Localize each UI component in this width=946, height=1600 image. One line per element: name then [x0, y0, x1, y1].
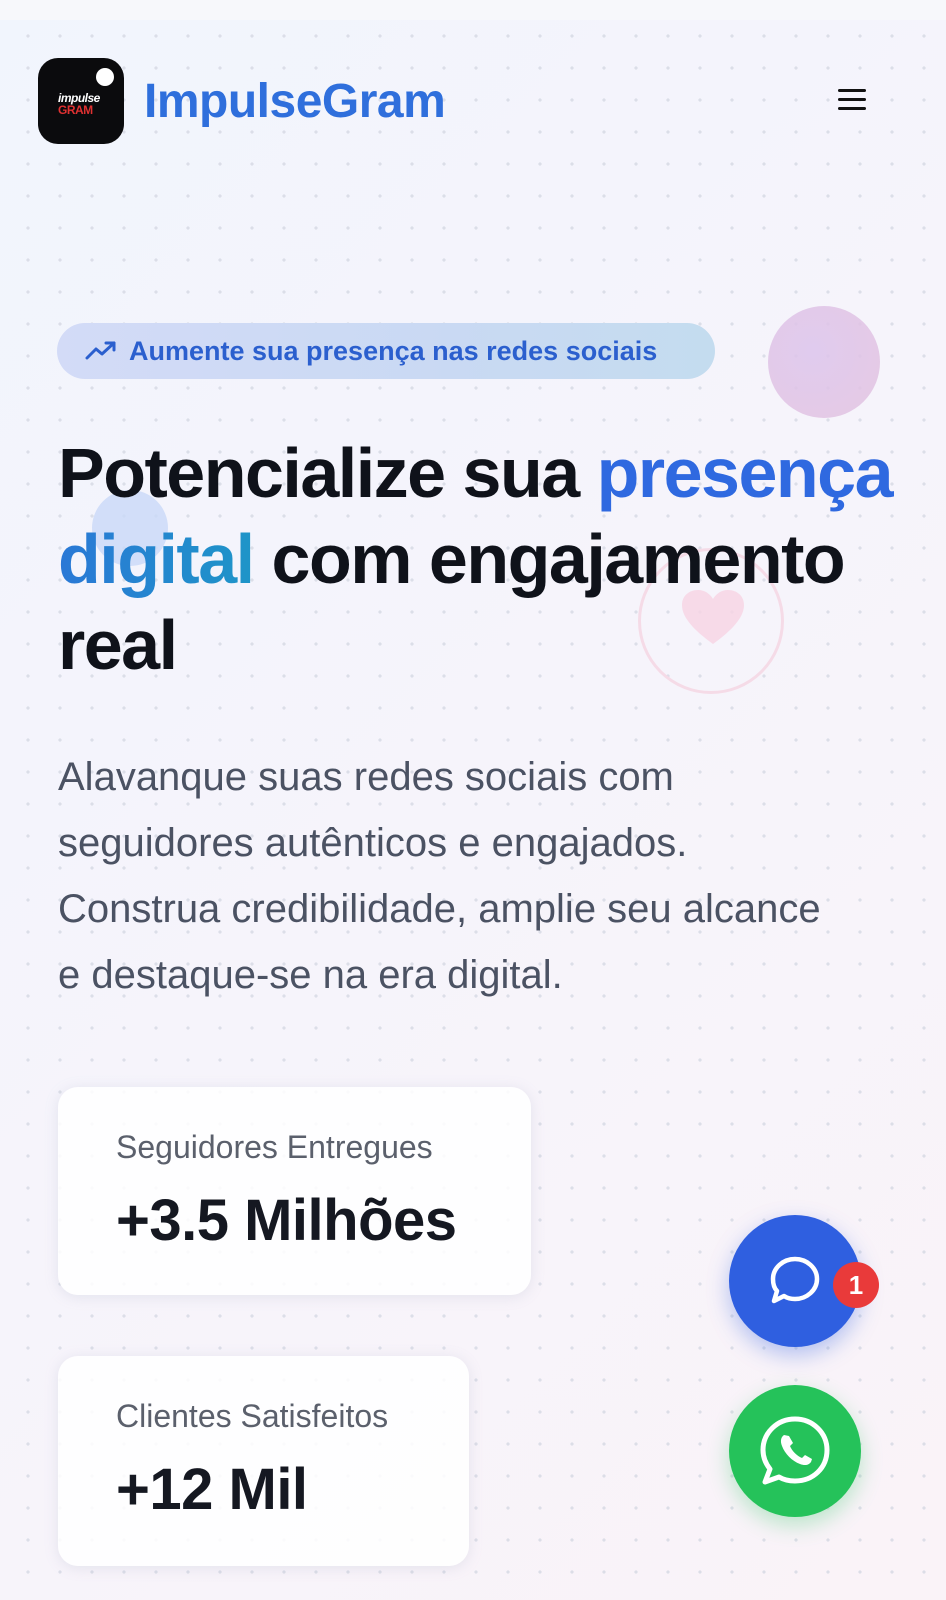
- notification-badge: 1: [833, 1262, 879, 1308]
- chat-bubble-icon: [770, 1256, 820, 1304]
- hero-description: Alavanque suas redes sociais com seguido…: [58, 755, 821, 997]
- status-bar: [0, 0, 946, 20]
- stat-card-followers: Seguidores Entregues +3.5 Milhões: [58, 1087, 531, 1295]
- stat-card-clients: Clientes Satisfeitos +12 Mil: [58, 1356, 469, 1566]
- trending-up-icon: [85, 341, 116, 360]
- hero-badge: Aumente sua presença nas redes sociais: [57, 323, 715, 379]
- hero-headline: Potencialize sua presença digital com en…: [58, 430, 898, 688]
- hamburger-menu-icon[interactable]: [838, 86, 868, 114]
- whatsapp-button[interactable]: [729, 1385, 861, 1517]
- headline-highlight-presence: presença: [596, 434, 894, 512]
- logo[interactable]: impulse GRAM: [38, 58, 124, 144]
- stat-label: Clientes Satisfeitos: [116, 1398, 389, 1434]
- stat-label: Seguidores Entregues: [116, 1129, 433, 1165]
- hero-badge-text: Aumente sua presença nas redes sociais: [129, 335, 658, 366]
- decorative-circle-purple: [768, 306, 880, 418]
- brand-name[interactable]: ImpulseGram: [144, 74, 446, 129]
- stat-value: +3.5 Milhões: [116, 1188, 457, 1253]
- logo-text-bottom: GRAM: [58, 103, 93, 117]
- stat-value: +12 Mil: [116, 1457, 308, 1522]
- whatsapp-icon: [760, 1416, 830, 1485]
- headline-part-1: Potencialize sua: [58, 434, 597, 512]
- headline-highlight-digital: digital: [58, 520, 255, 598]
- site-header: impulse GRAM ImpulseGram: [38, 58, 908, 144]
- logo-dot: [96, 68, 114, 86]
